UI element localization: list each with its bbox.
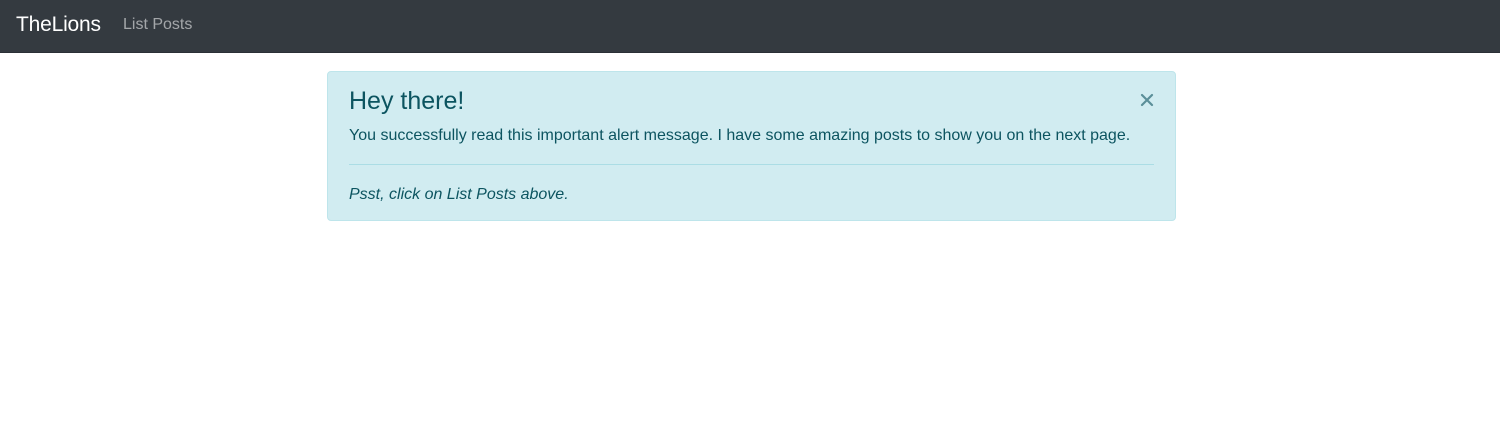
info-alert: Hey there! You successfully read this im… bbox=[327, 71, 1176, 221]
brand-link[interactable]: TheLions bbox=[16, 12, 101, 38]
nav-link-list-posts[interactable]: List Posts bbox=[123, 15, 192, 35]
alert-heading: Hey there! bbox=[349, 87, 465, 115]
alert-message: You successfully read this important ale… bbox=[349, 127, 1131, 144]
alert-divider bbox=[349, 164, 1154, 165]
close-icon bbox=[1140, 93, 1154, 107]
navbar: TheLions List Posts bbox=[0, 0, 1500, 53]
close-button[interactable] bbox=[1135, 86, 1159, 114]
alert-footnote: Psst, click on List Posts above. bbox=[349, 186, 569, 203]
